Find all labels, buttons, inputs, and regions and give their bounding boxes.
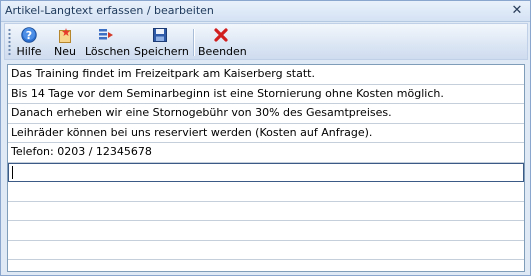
grid-row-10[interactable] bbox=[8, 241, 524, 260]
row-text: Danach erheben wir eine Stornogebühr von… bbox=[11, 106, 392, 119]
save-button-label: Speichern bbox=[134, 45, 189, 58]
save-button[interactable]: Speichern bbox=[134, 26, 189, 58]
delete-button-label: Löschen bbox=[85, 45, 131, 58]
grid-row-7[interactable] bbox=[8, 182, 524, 202]
close-red-x-icon bbox=[214, 28, 228, 42]
new-icon bbox=[59, 28, 71, 43]
grid-row-3[interactable]: Danach erheben wir eine Stornogebühr von… bbox=[8, 104, 524, 124]
grid-row-5[interactable]: Telefon: 0203 / 12345678 bbox=[8, 143, 524, 163]
delete-button[interactable]: Löschen bbox=[85, 26, 131, 58]
new-button-label: Neu bbox=[54, 45, 76, 58]
grid-row-9[interactable] bbox=[8, 221, 524, 241]
window-close-button[interactable]: ✕ bbox=[510, 4, 524, 17]
toolbar: ? Hilfe Neu Löschen Speichern Beenden bbox=[4, 23, 528, 60]
new-button[interactable]: Neu bbox=[51, 26, 79, 58]
help-button-label: Hilfe bbox=[16, 45, 42, 58]
grid-row-1[interactable]: Das Training findet im Freizeitpark am K… bbox=[8, 65, 524, 85]
save-icon bbox=[153, 28, 167, 42]
delete-rows-icon bbox=[99, 29, 113, 40]
longtext-grid: Das Training findet im Freizeitpark am K… bbox=[7, 64, 525, 272]
row-text: Bis 14 Tage vor dem Seminarbeginn ist ei… bbox=[11, 86, 444, 100]
exit-button[interactable]: Beenden bbox=[198, 26, 247, 58]
text-caret bbox=[12, 166, 13, 179]
grid-row-2[interactable]: Bis 14 Tage vor dem Seminarbeginn ist ei… bbox=[8, 85, 524, 104]
grid-row-active-edit[interactable] bbox=[8, 162, 524, 182]
grid-row-8[interactable] bbox=[8, 202, 524, 221]
grid-row-4[interactable]: Leihräder können bei uns reserviert werd… bbox=[8, 124, 524, 143]
help-icon: ? bbox=[21, 27, 37, 43]
toolbar-separator bbox=[193, 29, 195, 56]
window-title: Artikel-Langtext erfassen / bearbeiten bbox=[5, 4, 214, 17]
svg-text:?: ? bbox=[26, 29, 32, 42]
row-text: Leihräder können bei uns reserviert werd… bbox=[11, 125, 373, 139]
dialog-window: Artikel-Langtext erfassen / bearbeiten ✕… bbox=[0, 0, 531, 276]
exit-button-label: Beenden bbox=[198, 45, 247, 58]
row-text: Das Training findet im Freizeitpark am K… bbox=[11, 67, 315, 80]
row-text: Telefon: 0203 / 12345678 bbox=[11, 145, 152, 158]
title-bar: Artikel-Langtext erfassen / bearbeiten ✕ bbox=[1, 1, 530, 22]
help-button[interactable]: ? Hilfe bbox=[14, 26, 44, 58]
toolbar-grip[interactable] bbox=[8, 28, 11, 56]
